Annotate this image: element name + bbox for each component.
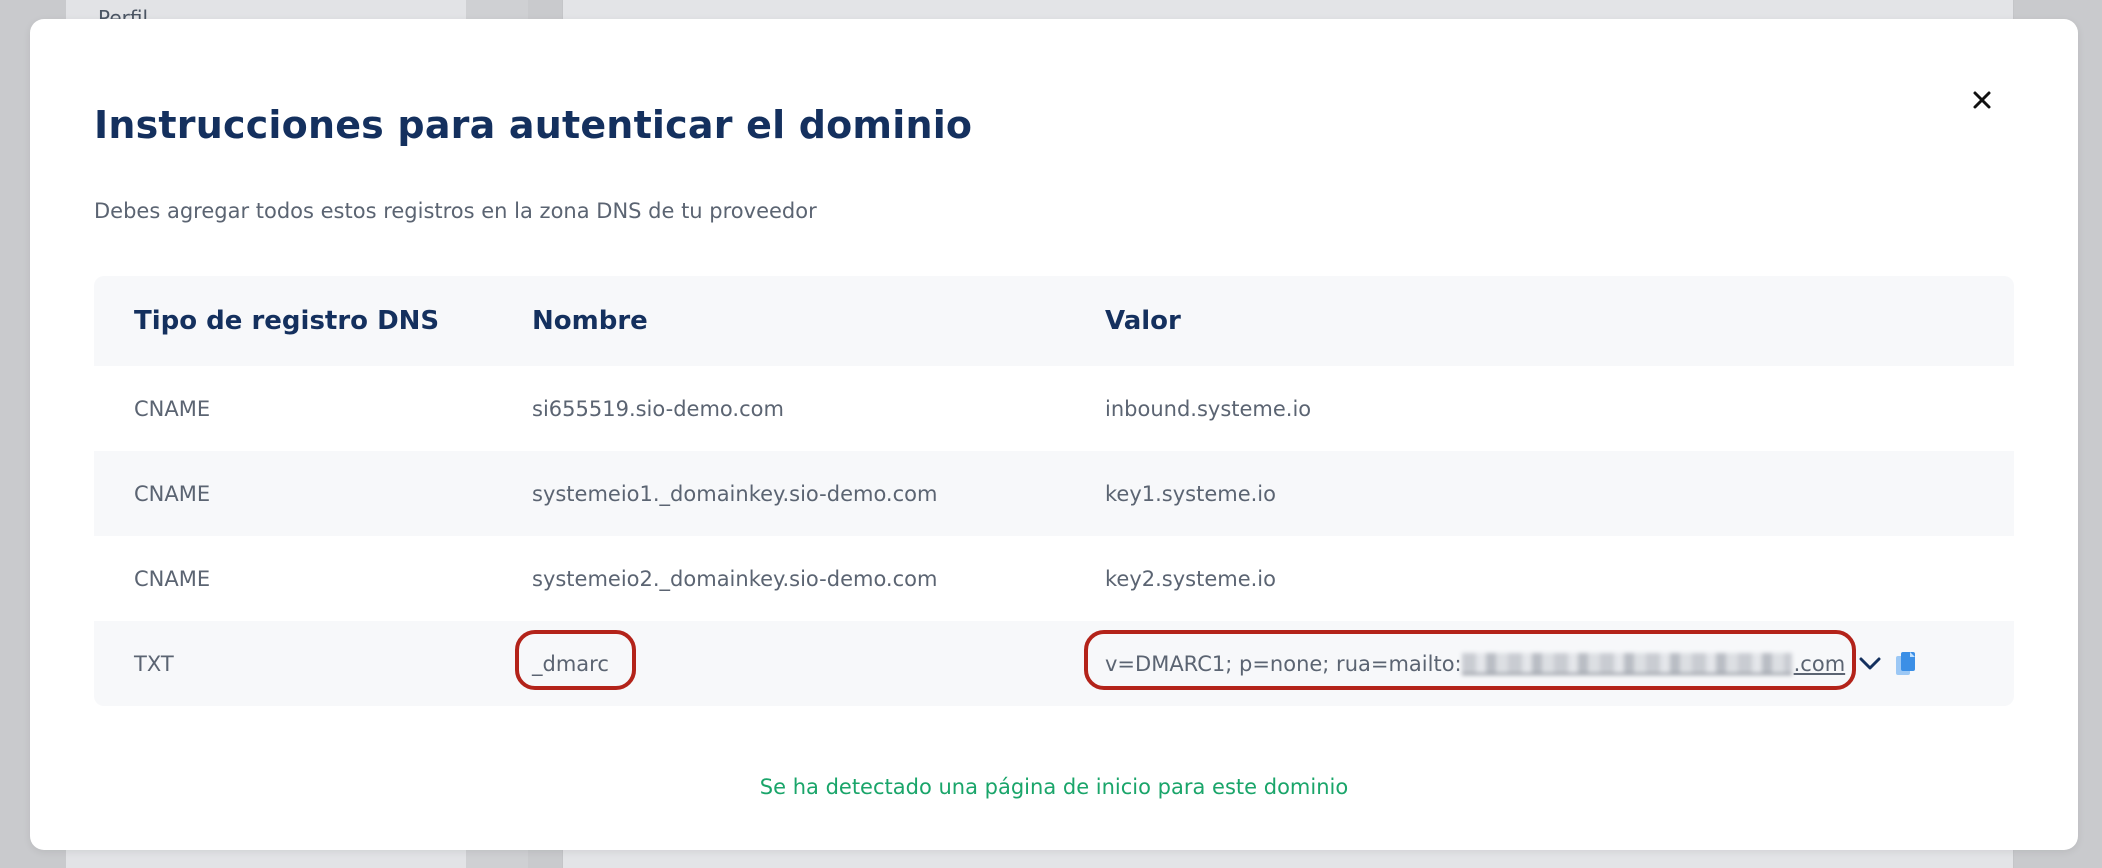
expand-value-button[interactable]: [1859, 657, 1881, 671]
copy-value-button[interactable]: [1895, 651, 1917, 677]
modal-subtitle: Debes agregar todos estos registros en l…: [94, 199, 817, 223]
record-value: key2.systeme.io: [1105, 566, 1276, 591]
record-type: CNAME: [134, 396, 211, 421]
redacted-email: [1461, 652, 1792, 675]
table-row: CNAME si655519.sio-demo.com inbound.syst…: [94, 366, 2014, 451]
record-value-suffix: .com: [1793, 651, 1846, 676]
modal-title: Instrucciones para autenticar el dominio: [94, 103, 973, 147]
dns-records-table: Tipo de registro DNS Nombre Valor CNAME …: [94, 276, 2014, 706]
table-row: TXT _dmarc v=DMARC1; p=none; rua=mailto:…: [94, 621, 2014, 706]
close-button[interactable]: [1964, 82, 2000, 118]
record-name: systemeio2._domainkey.sio-demo.com: [532, 566, 938, 591]
record-type: TXT: [134, 651, 174, 676]
record-type: CNAME: [134, 481, 211, 506]
chevron-down-icon: [1859, 657, 1881, 669]
homepage-detected-message: Se ha detectado una página de inicio par…: [759, 775, 1349, 799]
record-value: key1.systeme.io: [1105, 481, 1276, 506]
record-value: v=DMARC1; p=none; rua=mailto: .com: [1105, 651, 1917, 677]
record-value: inbound.systeme.io: [1105, 396, 1312, 421]
record-name: si655519.sio-demo.com: [532, 396, 784, 421]
column-header-value: Valor: [1105, 306, 1181, 336]
copy-icon: [1896, 651, 1916, 675]
dns-instructions-modal: Instrucciones para autenticar el dominio…: [30, 19, 2078, 850]
record-value-prefix: v=DMARC1; p=none; rua=mailto:: [1105, 651, 1462, 676]
table-row: CNAME systemeio1._domainkey.sio-demo.com…: [94, 451, 2014, 536]
record-name: systemeio1._domainkey.sio-demo.com: [532, 481, 938, 506]
close-icon: [1973, 91, 1991, 109]
column-header-name: Nombre: [532, 306, 648, 336]
record-type: CNAME: [134, 566, 211, 591]
column-header-type: Tipo de registro DNS: [134, 306, 440, 336]
table-header-row: Tipo de registro DNS Nombre Valor: [94, 276, 2014, 366]
table-row: CNAME systemeio2._domainkey.sio-demo.com…: [94, 536, 2014, 621]
record-name: _dmarc: [532, 651, 609, 676]
